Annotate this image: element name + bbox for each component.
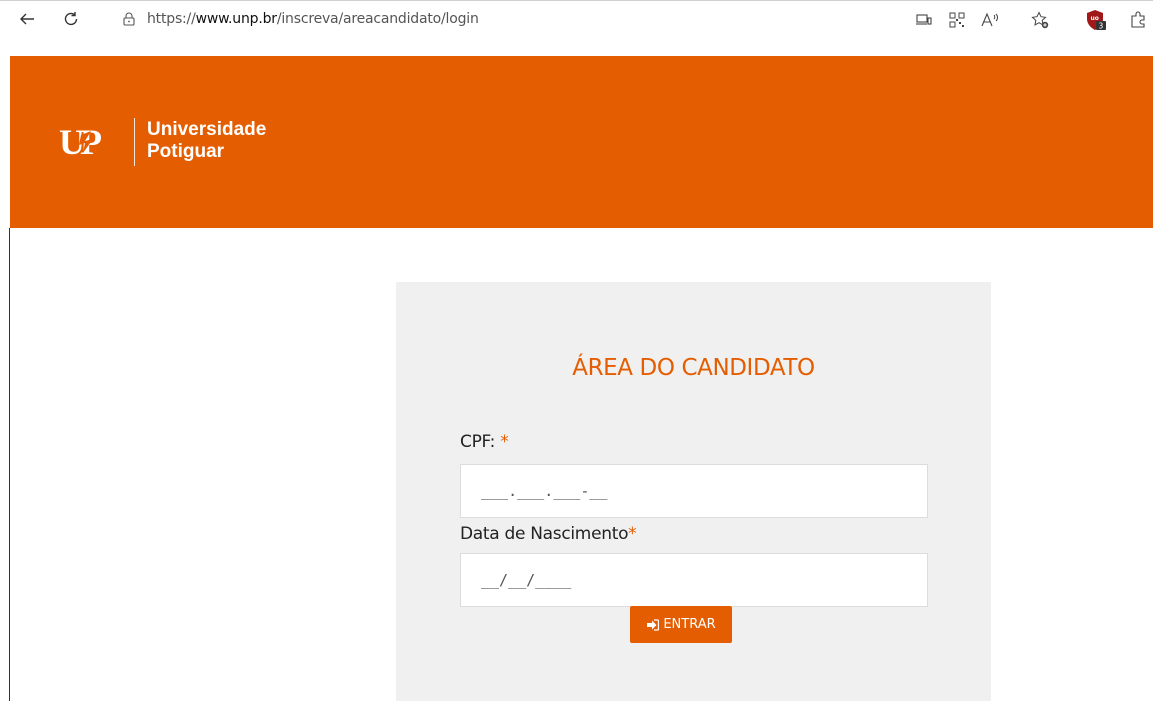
birthdate-label: Data de Nascimento*: [460, 524, 637, 544]
address-bar[interactable]: https://www.unp.br/inscreva/areacandidat…: [105, 5, 905, 33]
url-text: https://www.unp.br/inscreva/areacandidat…: [147, 11, 479, 27]
birthdate-input[interactable]: [460, 553, 928, 607]
required-asterisk: *: [500, 432, 509, 452]
logo-line2: Potiguar: [147, 141, 225, 162]
cpf-label: CPF: *: [460, 432, 509, 452]
add-favorite-icon[interactable]: [1030, 10, 1050, 30]
reload-icon[interactable]: [56, 1, 86, 37]
sign-in-icon: [647, 618, 660, 631]
site-header: UP Universidade Potiguar: [10, 56, 1153, 228]
logo-divider: [134, 118, 135, 166]
svg-text:3: 3: [1099, 22, 1104, 31]
extensions-puzzle-icon[interactable]: [1128, 10, 1148, 30]
login-button[interactable]: ENTRAR: [630, 606, 732, 643]
login-panel: ÁREA DO CANDIDATO CPF: * Data de Nascime…: [396, 282, 991, 701]
cpf-input[interactable]: [460, 464, 928, 518]
back-arrow-icon[interactable]: [12, 1, 42, 37]
lock-icon[interactable]: [121, 11, 137, 27]
extension-shield-icon[interactable]: uo 3: [1085, 9, 1107, 31]
required-asterisk: *: [628, 524, 637, 544]
qr-code-icon[interactable]: [947, 10, 967, 30]
page-title: ÁREA DO CANDIDATO: [572, 355, 815, 381]
login-button-label: ENTRAR: [663, 617, 716, 632]
logo-line1: Universidade: [147, 119, 267, 140]
read-aloud-icon[interactable]: [980, 10, 1000, 30]
page-left-border: [9, 228, 10, 701]
device-icon[interactable]: [914, 10, 934, 30]
unp-logo-icon[interactable]: UP: [59, 121, 123, 161]
browser-toolbar: https://www.unp.br/inscreva/areacandidat…: [0, 0, 1153, 56]
logo-text[interactable]: Universidade Potiguar: [147, 119, 266, 163]
